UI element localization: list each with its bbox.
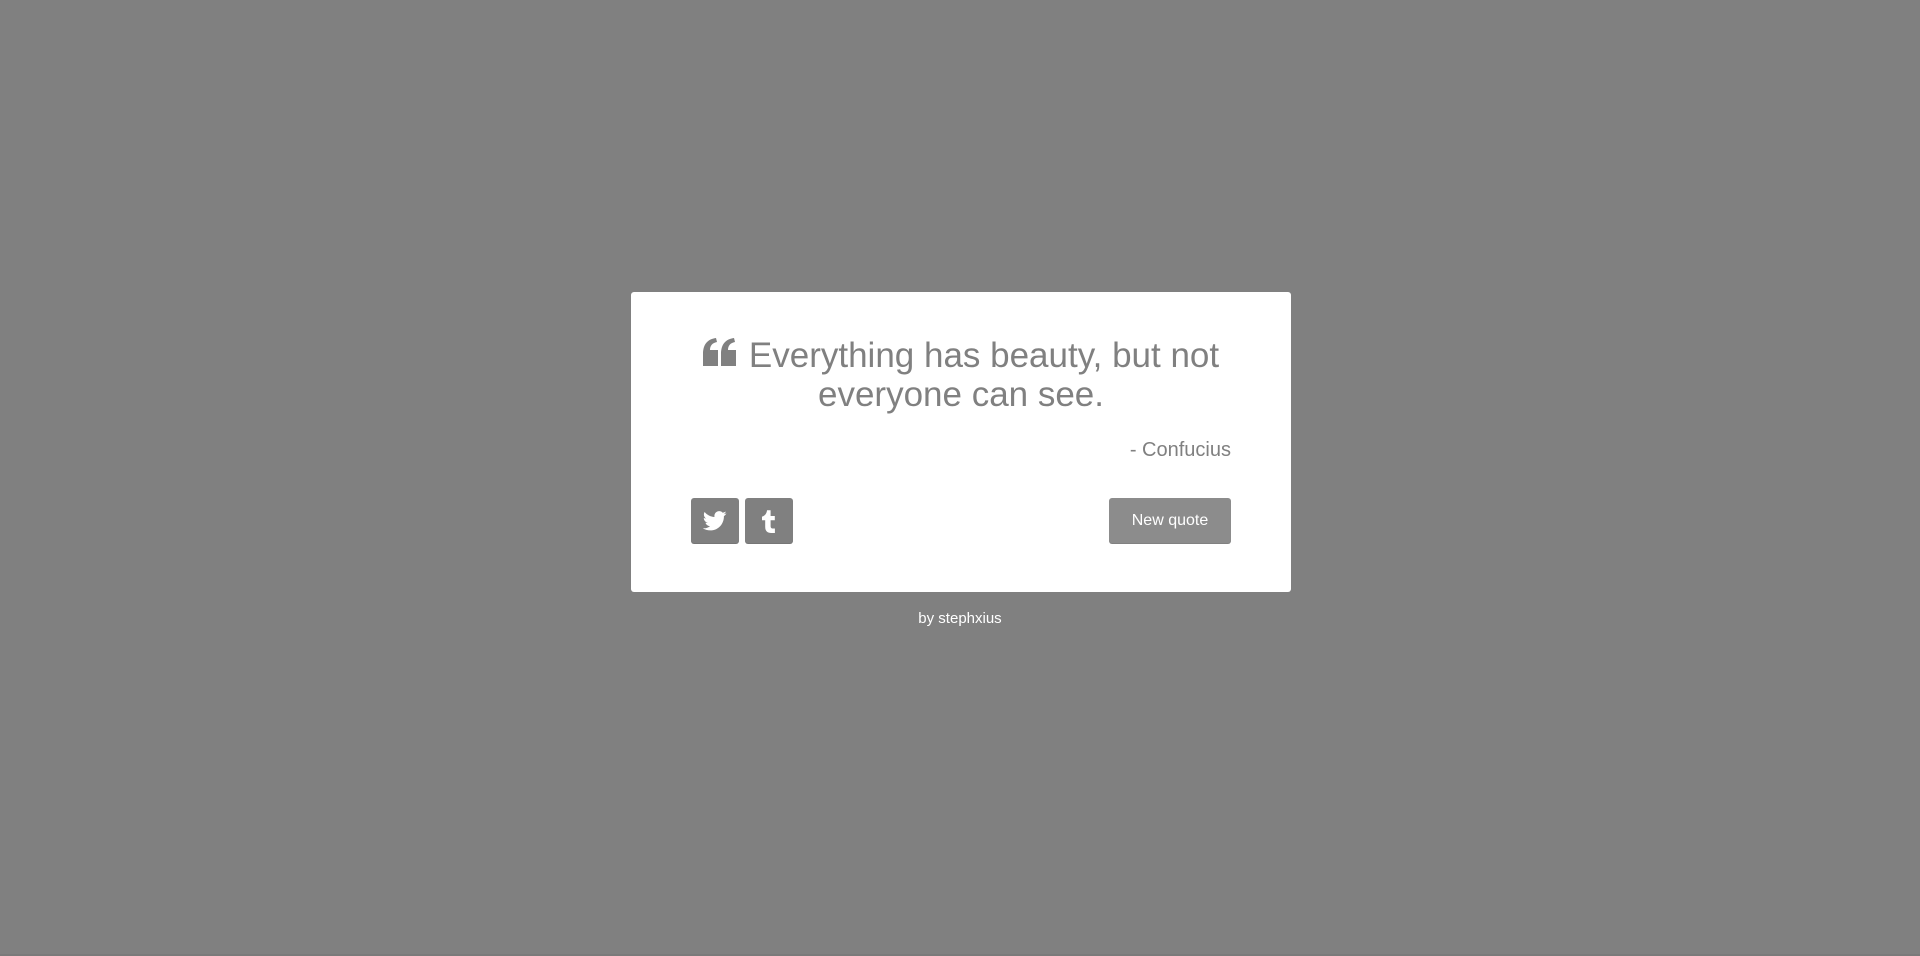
tumblr-icon xyxy=(761,509,777,533)
new-quote-button[interactable]: New quote xyxy=(1109,498,1231,544)
quote-author: - Confucius xyxy=(1129,439,1231,461)
quote-text-container: Everything has beauty, but not everyone … xyxy=(691,336,1231,414)
footer-credit: by stephxius xyxy=(918,610,1002,627)
quote-card: Everything has beauty, but not everyone … xyxy=(631,292,1291,592)
quote-text: Everything has beauty, but not everyone … xyxy=(748,336,1220,414)
twitter-icon xyxy=(703,511,727,531)
tumblr-post-button[interactable] xyxy=(745,498,793,544)
tweet-quote-button[interactable] xyxy=(691,498,739,544)
quote-left-icon xyxy=(702,337,737,367)
